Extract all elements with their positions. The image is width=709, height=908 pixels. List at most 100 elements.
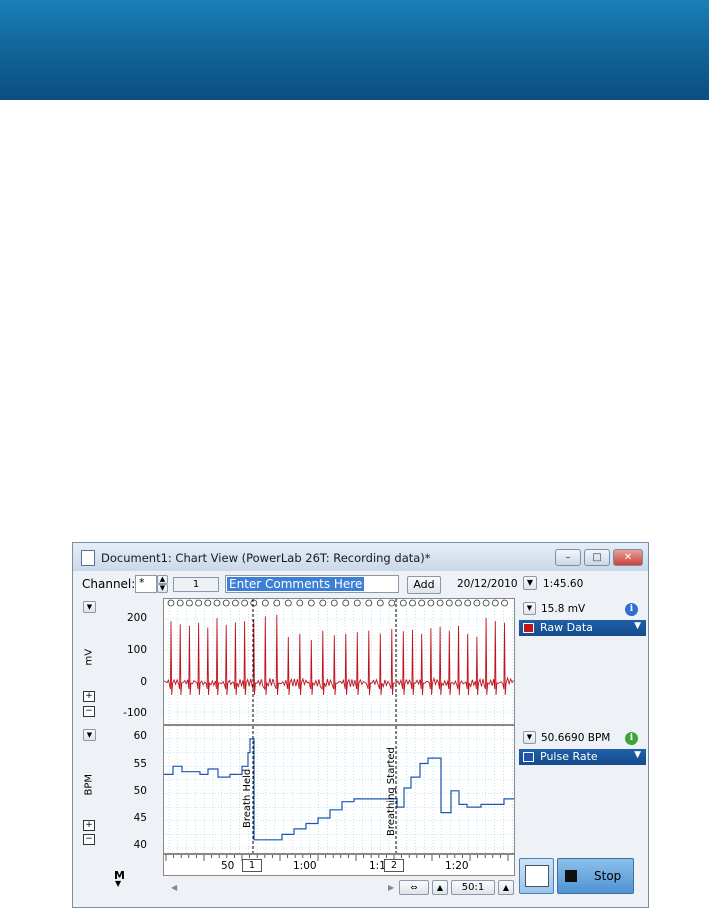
pulse-rate-trace xyxy=(164,726,514,853)
document-icon xyxy=(81,550,95,566)
info-icon[interactable]: i xyxy=(625,603,638,616)
zoom-in-button[interactable]: + xyxy=(83,691,95,702)
stop-label: Stop xyxy=(594,869,622,883)
time-format-dropdown[interactable]: ▼ xyxy=(523,576,537,590)
y-tick: 60 xyxy=(133,730,147,742)
compress-button[interactable]: ▲ xyxy=(498,880,514,895)
toolbar: Channel: * ▲ ▼ 1 Enter Comments Here Add… xyxy=(73,572,648,596)
info-icon[interactable]: i xyxy=(625,732,638,745)
channel-2-selector[interactable]: Pulse Rate ▼ xyxy=(519,749,646,765)
channel-color-swatch xyxy=(523,623,534,633)
beat-marker xyxy=(241,599,248,607)
time-readout: 1:45.60 xyxy=(543,578,584,590)
beat-marker xyxy=(250,599,258,607)
readout-dropdown[interactable]: ▼ xyxy=(523,602,536,615)
beat-marker xyxy=(409,599,416,607)
channel-2-name: Pulse Rate xyxy=(540,750,598,763)
beat-marker xyxy=(284,599,292,607)
comment-marker-1[interactable]: 1 xyxy=(242,859,262,872)
channel-field[interactable]: * xyxy=(135,575,157,593)
comment-input[interactable]: Enter Comments Here xyxy=(225,575,399,593)
beat-marker xyxy=(445,599,453,607)
raw-data-plot[interactable] xyxy=(163,598,515,725)
beat-marker xyxy=(455,599,462,607)
beat-marker xyxy=(501,599,508,607)
channel-2-menu-button[interactable]: ▼ xyxy=(83,729,96,741)
x-tick-label: 1:20 xyxy=(445,860,469,872)
zoom-out-button[interactable]: − xyxy=(83,706,95,717)
channel-2-axis-panel: ▼ 60 55 50 45 40 BPM + − xyxy=(73,726,163,853)
channel-2-readout: 50.6690 BPM xyxy=(541,732,611,744)
y-tick: 40 xyxy=(133,839,147,851)
pulse-rate-plot[interactable]: Breath Held Breathing Started xyxy=(163,725,515,854)
raw-data-trace xyxy=(164,599,514,724)
beat-marker xyxy=(204,599,212,607)
scroll-right-arrow[interactable]: ▶ xyxy=(388,883,394,892)
beat-marker xyxy=(464,599,472,607)
maximize-button[interactable]: □ xyxy=(584,549,610,566)
beat-marker xyxy=(491,599,499,607)
channel-up-button[interactable]: ▲ xyxy=(157,575,168,584)
x-tick-label: 50 xyxy=(221,860,235,872)
beat-marker xyxy=(185,599,193,607)
beat-marker xyxy=(353,599,361,607)
readout-dropdown[interactable]: ▼ xyxy=(523,731,536,744)
chevron-down-icon: ▼ xyxy=(634,621,641,631)
beat-marker xyxy=(388,599,396,607)
channel-1-name: Raw Data xyxy=(540,621,593,634)
beat-marker xyxy=(222,599,230,607)
fit-view-button[interactable]: ⇔ xyxy=(399,880,429,895)
scroll-left-arrow[interactable]: ◀ xyxy=(171,883,177,892)
beat-marker xyxy=(307,599,315,607)
stop-icon xyxy=(565,870,577,882)
channel-2-readout-panel: ▼ 50.6690 BPM i Pulse Rate ▼ xyxy=(519,726,647,853)
title-bar[interactable]: Document1: Chart View (PowerLab 26T: Rec… xyxy=(73,543,648,571)
y-tick: -100 xyxy=(123,707,147,719)
chart-view-window: Document1: Chart View (PowerLab 26T: Rec… xyxy=(72,542,649,908)
chevron-down-icon: ▼ xyxy=(634,750,641,760)
recording-date: 20/12/2010 xyxy=(457,578,518,590)
beat-marker xyxy=(436,599,444,607)
zoom-ratio-button[interactable]: 50:1 xyxy=(451,880,495,895)
y-tick: 55 xyxy=(133,758,147,770)
expand-button[interactable]: ▲ xyxy=(432,880,448,895)
channel-down-button[interactable]: ▼ xyxy=(157,584,168,593)
channel-1-menu-button[interactable]: ▼ xyxy=(83,601,96,613)
scope-view-button[interactable] xyxy=(519,858,554,894)
channel-1-readout: 15.8 mV xyxy=(541,603,586,615)
close-button[interactable]: ✕ xyxy=(613,549,643,566)
y-tick: 45 xyxy=(133,812,147,824)
zoom-out-button[interactable]: − xyxy=(83,834,95,845)
minimize-button[interactable]: – xyxy=(555,549,581,566)
beat-marker xyxy=(418,599,426,607)
channel-1-readout-panel: ▼ 15.8 mV i Raw Data ▼ xyxy=(519,598,647,724)
beat-marker xyxy=(342,599,350,607)
y-tick: 0 xyxy=(140,676,147,688)
y-unit-label: mV xyxy=(83,648,95,666)
raw-data-line xyxy=(164,614,514,696)
pulse-rate-line xyxy=(164,738,514,841)
y-tick: 50 xyxy=(133,785,147,797)
beat-marker xyxy=(195,599,202,607)
comment-marker-2[interactable]: 2 xyxy=(384,859,404,872)
beat-marker xyxy=(399,599,407,607)
x-tick-label: 1:00 xyxy=(293,860,317,872)
comment-breathing-started: Breathing Started xyxy=(386,747,397,836)
time-axis: 50 1 1:00 1:1 2 1:20 xyxy=(163,854,515,876)
channel-color-swatch xyxy=(523,752,534,762)
zoom-in-button[interactable]: + xyxy=(83,820,95,831)
beat-marker xyxy=(319,599,327,607)
y-tick: 200 xyxy=(126,612,147,624)
channel-label: Channel: xyxy=(82,577,136,591)
channel-1-selector[interactable]: Raw Data ▼ xyxy=(519,620,646,636)
comment-breath-held: Breath Held xyxy=(242,768,253,828)
add-comment-button[interactable]: Add xyxy=(407,576,441,594)
stop-button[interactable]: Stop xyxy=(557,858,634,894)
beat-marker xyxy=(232,599,239,607)
beat-marker xyxy=(176,599,184,607)
beat-marker xyxy=(296,599,304,607)
y-tick: 100 xyxy=(126,644,147,656)
comment-input-text: Enter Comments Here xyxy=(227,577,365,591)
window-title: Document1: Chart View (PowerLab 26T: Rec… xyxy=(101,551,431,565)
header-banner xyxy=(0,0,709,100)
